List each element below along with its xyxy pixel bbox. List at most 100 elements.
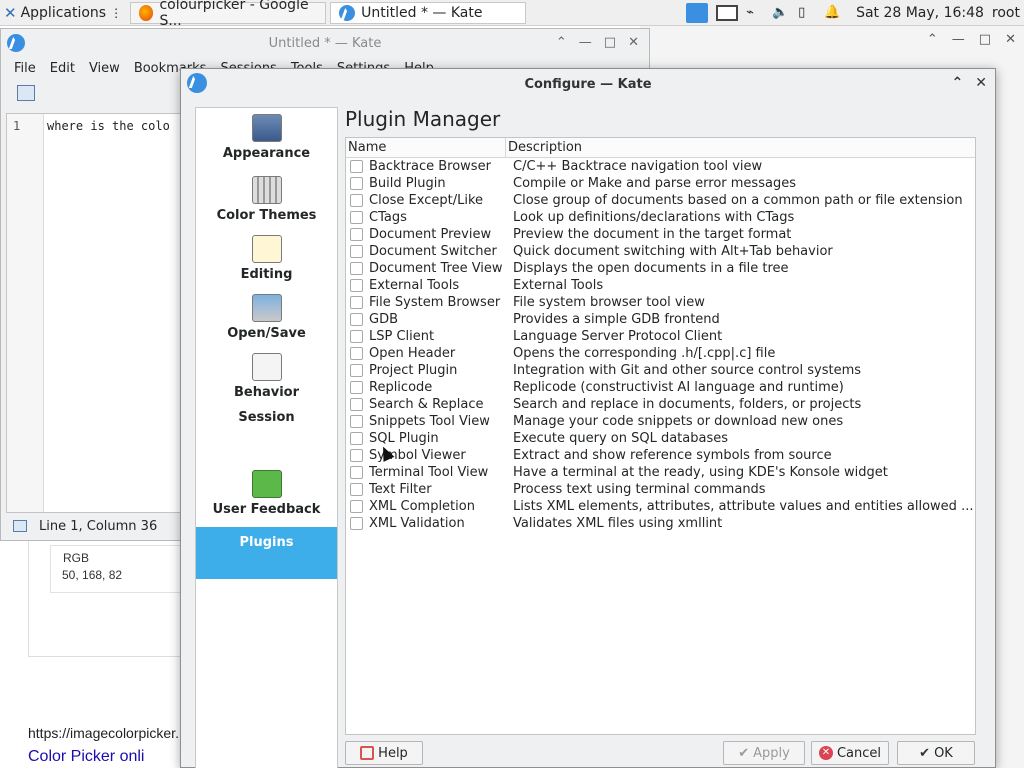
table-row[interactable]: Terminal Tool View Have a terminal at the… [346, 464, 975, 481]
sidebar-item-behavior[interactable]: Behavior [196, 353, 337, 409]
workspace-2-icon[interactable] [716, 5, 739, 21]
minimize-icon[interactable]: — [579, 35, 592, 50]
close-icon[interactable]: ✕ [975, 75, 987, 91]
workspace-1-icon[interactable] [686, 3, 709, 23]
table-row[interactable]: Build Plugin Compile or Make and parse er… [346, 175, 975, 192]
table-row[interactable]: Document Preview Preview the document in … [346, 226, 975, 243]
applications-menu[interactable]: ✕ Applications ⋮ [0, 0, 126, 26]
dialog-titlebar[interactable]: Configure — Kate ⌃ ✕ [181, 69, 995, 99]
table-row[interactable]: Search & Replace Search and replace in do… [346, 396, 975, 413]
table-row[interactable]: Text Filter Process text using terminal c… [346, 481, 975, 498]
plugin-checkbox[interactable] [350, 177, 363, 190]
table-row[interactable]: Replicode Replicode (constructivist AI la… [346, 379, 975, 396]
table-row[interactable]: XML Completion Lists XML elements, attrib… [346, 498, 975, 515]
plugin-checkbox[interactable] [350, 415, 363, 428]
sidebar-item-editing[interactable]: Editing [196, 235, 337, 291]
table-row[interactable]: Symbol Viewer Extract and show reference … [346, 447, 975, 464]
task-browser[interactable]: colourpicker - Google S... [130, 0, 327, 29]
dialog-window-controls: ⌃ ✕ [952, 75, 987, 91]
menu-file[interactable]: File [14, 61, 36, 76]
plugin-name: SQL Plugin [369, 431, 439, 446]
table-row[interactable]: External Tools External Tools [346, 277, 975, 294]
close-icon[interactable]: ✕ [1005, 32, 1016, 47]
documents-icon[interactable] [17, 85, 35, 101]
maximize-icon[interactable]: □ [979, 32, 991, 47]
plugin-checkbox[interactable] [350, 262, 363, 275]
table-row[interactable]: XML Validation Validates XML files using … [346, 515, 975, 532]
table-row[interactable]: Backtrace Browser C/C++ Backtrace navigat… [346, 158, 975, 175]
clock[interactable]: Sat 28 May, 16:48 [856, 5, 984, 21]
plugin-description: Extract and show reference symbols from … [513, 448, 832, 463]
plugin-checkbox[interactable] [350, 313, 363, 326]
table-row[interactable]: Snippets Tool View Manage your code snipp… [346, 413, 975, 430]
plugin-checkbox[interactable] [350, 449, 363, 462]
plugin-checkbox[interactable] [350, 211, 363, 224]
sidebar-label: Editing [240, 267, 293, 282]
cancel-button[interactable]: ✕ Cancel [811, 741, 889, 765]
cursor-position[interactable]: Line 1, Column 36 [39, 519, 157, 534]
plugin-checkbox[interactable] [350, 483, 363, 496]
sidebar-item-plugins[interactable]: Plugins [196, 527, 337, 580]
menu-edit[interactable]: Edit [50, 61, 75, 76]
table-row[interactable]: LSP Client Language Server Protocol Clien… [346, 328, 975, 345]
plugin-checkbox[interactable] [350, 228, 363, 241]
table-row[interactable]: GDB Provides a simple GDB frontend [346, 311, 975, 328]
volume-icon[interactable]: 🔈 [772, 5, 790, 21]
plugin-description: External Tools [513, 278, 604, 293]
configure-dialog: Configure — Kate ⌃ ✕ Appearance Color Th… [180, 68, 996, 768]
sidebar-item-color-themes[interactable]: Color Themes [196, 176, 337, 232]
rgb-value[interactable]: 50, 168, 82 [62, 568, 122, 582]
sidebar-item-open-save[interactable]: Open/Save [196, 294, 337, 350]
chevron-up-icon[interactable]: ⌃ [952, 75, 964, 91]
menu-handle-icon: ⋮ [110, 5, 123, 20]
plugin-checkbox[interactable] [350, 364, 363, 377]
table-row[interactable]: Open Header Opens the corresponding .h/[.… [346, 345, 975, 362]
sidebar-item-user-feedback[interactable]: User Feedback [196, 470, 337, 526]
user-name[interactable]: root [992, 5, 1020, 21]
table-row[interactable]: Document Switcher Quick document switchin… [346, 243, 975, 260]
maximize-icon[interactable]: □ [604, 35, 616, 50]
close-icon[interactable]: ✕ [628, 35, 639, 50]
chevron-up-icon[interactable]: ⌃ [556, 35, 567, 50]
plugin-checkbox[interactable] [350, 160, 363, 173]
plugin-checkbox[interactable] [350, 347, 363, 360]
task-kate[interactable]: Untitled * — Kate [330, 1, 527, 24]
ok-button[interactable]: ✔ OK [897, 741, 975, 765]
table-row[interactable]: Project Plugin Integration with Git and o… [346, 362, 975, 379]
table-row[interactable]: SQL Plugin Execute query on SQL databases [346, 430, 975, 447]
document-status-icon[interactable] [13, 520, 27, 532]
table-row[interactable]: CTags Look up definitions/declarations wi… [346, 209, 975, 226]
plugin-checkbox[interactable] [350, 466, 363, 479]
plugin-checkbox[interactable] [350, 279, 363, 292]
page-link[interactable]: Color Picker onli [28, 748, 144, 766]
column-name-header[interactable]: Name [346, 138, 506, 157]
chevron-up-icon[interactable]: ⌃ [927, 32, 938, 47]
column-description-header[interactable]: Description [506, 138, 582, 157]
table-row[interactable]: Close Except/Like Close group of document… [346, 192, 975, 209]
help-label: Help [378, 745, 408, 761]
menu-view[interactable]: View [89, 61, 120, 76]
plugin-checkbox[interactable] [350, 432, 363, 445]
plugin-checkbox[interactable] [350, 330, 363, 343]
plugin-checkbox[interactable] [350, 381, 363, 394]
apply-button[interactable]: ✔ Apply [723, 741, 805, 765]
kate-app-icon [339, 4, 356, 21]
battery-icon[interactable]: ▯ [798, 5, 816, 21]
sidebar-item-appearance[interactable]: Appearance [196, 114, 337, 170]
page-url-text[interactable]: https://imagecolorpicker. [28, 725, 179, 741]
sidebar-item-session[interactable]: Session [196, 410, 337, 432]
plugin-checkbox[interactable] [350, 517, 363, 530]
kate-titlebar[interactable]: Untitled * — Kate ⌃ — □ ✕ [1, 29, 649, 57]
help-button[interactable]: Help [345, 741, 423, 765]
plugin-checkbox[interactable] [350, 398, 363, 411]
network-icon[interactable]: ⌁ [746, 5, 764, 21]
notification-bell-icon[interactable]: 🔔 [824, 5, 842, 21]
plugin-checkbox[interactable] [350, 245, 363, 258]
plugin-checkbox[interactable] [350, 194, 363, 207]
table-row[interactable]: Document Tree View Displays the open docu… [346, 260, 975, 277]
plugin-checkbox[interactable] [350, 500, 363, 513]
plugin-checkbox[interactable] [350, 296, 363, 309]
minimize-icon[interactable]: — [952, 32, 965, 47]
table-row[interactable]: File System Browser File system browser t… [346, 294, 975, 311]
editor-text[interactable]: where is the colo [47, 119, 170, 133]
